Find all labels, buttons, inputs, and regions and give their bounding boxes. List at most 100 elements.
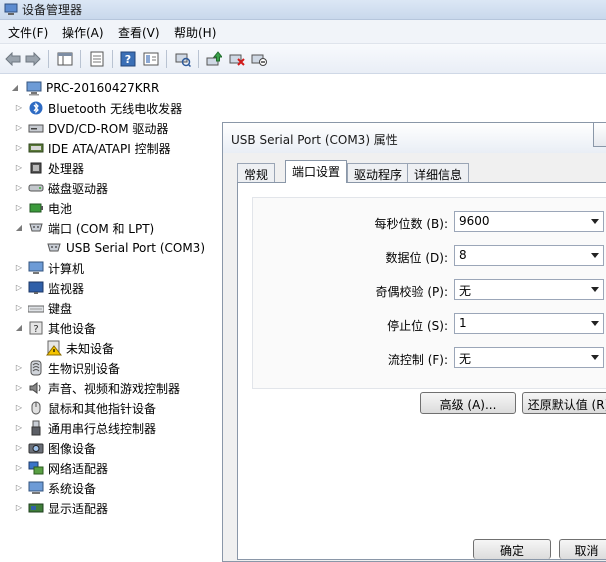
ok-button[interactable]: 确定 <box>473 539 551 559</box>
advanced-button[interactable]: 高级 (A)... <box>420 392 516 414</box>
help-icon[interactable]: ? <box>119 50 137 68</box>
dropdown-arrow-icon <box>591 287 599 292</box>
stop-bits-select[interactable]: 1 <box>454 313 604 334</box>
tree-item-label: 声音、视频和游戏控制器 <box>48 381 181 396</box>
baud-rate-select[interactable]: 9600 <box>454 211 604 232</box>
dialog-close-button[interactable] <box>593 123 606 147</box>
network-adapter-icon <box>28 460 44 476</box>
mouse-icon <box>28 400 44 416</box>
expand-arrow-icon[interactable]: ▷ <box>14 283 24 293</box>
stop-bits-label: 停止位 (S): <box>387 319 448 333</box>
tree-item-label: 计算机 <box>48 261 85 276</box>
tab-details[interactable]: 详细信息 <box>407 163 470 182</box>
back-arrow-icon[interactable] <box>4 50 22 68</box>
tree-category-item[interactable]: ▷ 声音、视频和游戏控制器 <box>16 378 181 398</box>
tree-child-item[interactable]: 未知设备 <box>45 338 114 358</box>
expand-arrow-icon[interactable]: ▷ <box>14 423 24 433</box>
forward-arrow-icon[interactable] <box>24 50 42 68</box>
tree-category-item[interactable]: ▷ IDE ATA/ATAPI 控制器 <box>16 138 171 158</box>
menu-view[interactable]: 查看(V) <box>118 24 160 41</box>
tab-driver[interactable]: 驱动程序 <box>347 163 410 182</box>
tab-general[interactable]: 常规 <box>237 163 276 182</box>
expand-arrow-icon[interactable]: ▷ <box>14 363 24 373</box>
tree-category-item[interactable]: ▷ 处理器 <box>16 158 85 178</box>
tree-category-item[interactable]: ▷ 电池 <box>16 198 72 218</box>
tree-item-label: 鼠标和其他指针设备 <box>48 401 157 416</box>
tree-root-computer[interactable]: ◢ PRC-20160427KRR <box>10 78 159 98</box>
tree-child-item[interactable]: USB Serial Port (COM3) <box>46 238 205 258</box>
uninstall-device-icon[interactable] <box>228 50 246 68</box>
disable-device-icon[interactable] <box>250 50 268 68</box>
menu-help[interactable]: 帮助(H) <box>174 24 216 41</box>
tree-category-item[interactable]: ▷ 图像设备 <box>16 438 96 458</box>
properties-dialog: USB Serial Port (COM3) 属性 常规 端口设置 驱动程序 详… <box>222 122 606 562</box>
window-titlebar[interactable]: 设备管理器 <box>0 0 606 20</box>
expand-arrow-icon[interactable]: ▷ <box>14 263 24 273</box>
flow-control-select[interactable]: 无 <box>454 347 604 368</box>
tree-category-item[interactable]: ▷ 键盘 <box>16 298 73 318</box>
expand-arrow-icon[interactable]: ▷ <box>14 503 24 513</box>
tree-category-item[interactable]: ▷ 鼠标和其他指针设备 <box>16 398 157 418</box>
expand-arrow-icon[interactable]: ▷ <box>14 303 24 313</box>
tree-category-item[interactable]: ▷ 系统设备 <box>16 478 96 498</box>
menu-action[interactable]: 操作(A) <box>62 24 104 41</box>
data-bits-select[interactable]: 8 <box>454 245 604 266</box>
tree-category-item[interactable]: ▷ 监视器 <box>16 278 84 298</box>
tree-category-item[interactable]: ▷ 磁盘驱动器 <box>16 178 108 198</box>
toolbar-separator <box>48 50 49 68</box>
expand-arrow-icon[interactable]: ▷ <box>14 123 24 133</box>
collapse-arrow-icon[interactable]: ◢ <box>14 223 24 233</box>
parity-label: 奇偶校验 (P): <box>375 285 448 299</box>
tab-port-settings[interactable]: 端口设置 <box>285 160 348 183</box>
expand-arrow-icon[interactable]: ▷ <box>14 463 24 473</box>
tree-category-item[interactable]: ◢ 端口 (COM 和 LPT) <box>16 218 154 238</box>
expand-arrow-icon[interactable]: ▷ <box>14 443 24 453</box>
expand-arrow-icon[interactable]: ▷ <box>14 103 24 113</box>
dialog-title: USB Serial Port (COM3) 属性 <box>231 133 398 147</box>
view-details-icon[interactable] <box>142 50 160 68</box>
collapse-arrow-icon[interactable]: ◢ <box>14 323 24 333</box>
update-driver-icon[interactable] <box>205 50 223 68</box>
expand-arrow-icon[interactable]: ▷ <box>14 483 24 493</box>
expand-arrow-icon[interactable]: ▷ <box>14 143 24 153</box>
tree-item-label: 处理器 <box>48 161 85 176</box>
dialog-titlebar[interactable]: USB Serial Port (COM3) 属性 <box>223 123 606 153</box>
expand-arrow-icon[interactable]: ▷ <box>14 403 24 413</box>
tree-category-item[interactable]: ▷ 生物识别设备 <box>16 358 120 378</box>
tree-category-item[interactable]: ▷ 计算机 <box>16 258 85 278</box>
parity-select[interactable]: 无 <box>454 279 604 300</box>
dropdown-arrow-icon <box>591 219 599 224</box>
biometric-icon <box>28 360 44 376</box>
collapse-arrow-icon[interactable]: ◢ <box>10 83 20 93</box>
tree-category-item[interactable]: ▷ 网络适配器 <box>16 458 108 478</box>
expand-arrow-icon[interactable]: ▷ <box>14 383 24 393</box>
other-devices-icon: ? <box>28 320 44 336</box>
scan-hardware-changes-icon[interactable] <box>174 50 192 68</box>
menu-bar: 文件(F) 操作(A) 查看(V) 帮助(H) <box>0 20 606 44</box>
menu-file[interactable]: 文件(F) <box>8 24 48 41</box>
properties-sheet-icon[interactable] <box>88 50 106 68</box>
data-bits-label: 数据位 (D): <box>385 251 448 265</box>
cancel-button[interactable]: 取消 <box>559 539 606 559</box>
tree-item-label: 通用串行总线控制器 <box>48 421 157 436</box>
tree-item-label: 键盘 <box>48 301 73 316</box>
expand-arrow-icon[interactable]: ▷ <box>14 203 24 213</box>
baud-rate-value: 9600 <box>459 214 490 228</box>
restore-defaults-button[interactable]: 还原默认值 (R) <box>522 392 606 414</box>
tree-item-label: Bluetooth 无线电收发器 <box>48 101 183 116</box>
tree-item-label: USB Serial Port (COM3) <box>66 241 205 255</box>
tree-category-item[interactable]: ◢? 其他设备 <box>16 318 96 338</box>
display-adapter-icon <box>28 500 44 516</box>
tree-category-item[interactable]: ▷ 显示适配器 <box>16 498 108 518</box>
dropdown-arrow-icon <box>591 253 599 258</box>
stop-bits-value: 1 <box>459 316 467 330</box>
window-title: 设备管理器 <box>22 3 83 17</box>
expand-arrow-icon[interactable]: ▷ <box>14 183 24 193</box>
expand-arrow-icon[interactable]: ▷ <box>14 163 24 173</box>
tree-category-item[interactable]: ▷ Bluetooth 无线电收发器 <box>16 98 183 118</box>
baud-rate-label: 每秒位数 (B): <box>374 217 448 231</box>
tree-category-item[interactable]: ▷ DVD/CD-ROM 驱动器 <box>16 118 169 138</box>
show-hide-console-tree-icon[interactable] <box>56 50 74 68</box>
tree-category-item[interactable]: ▷ 通用串行总线控制器 <box>16 418 157 438</box>
bluetooth-icon <box>28 100 44 116</box>
